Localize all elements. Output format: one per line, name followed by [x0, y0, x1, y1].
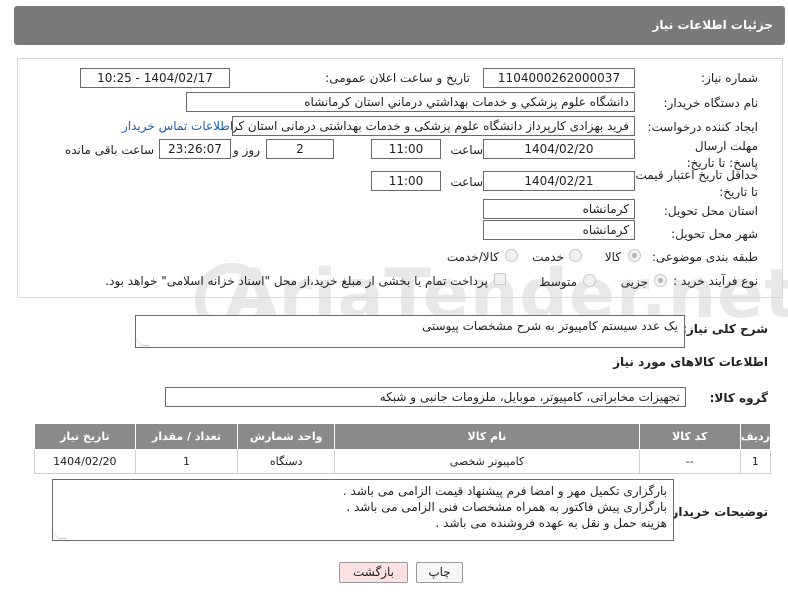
buyer-org-label: نام دستگاه خریدار:: [663, 96, 759, 110]
process-radio-medium[interactable]: [583, 274, 596, 287]
category-radio-service[interactable]: [569, 249, 582, 262]
process-medium-label: متوسط: [539, 275, 577, 289]
price-time-label: ساعت: [450, 175, 483, 189]
print-button[interactable]: چاپ: [416, 562, 463, 583]
description-label: شرح کلی نیاز:: [682, 322, 768, 336]
process-radio-minor[interactable]: [654, 274, 667, 287]
description-textarea[interactable]: یک عدد سیستم کامپیوتر به شرح مشخصات پیوس…: [134, 315, 685, 348]
days-and-label: روز و: [233, 143, 260, 157]
buyer-notes-textarea[interactable]: بارگزاری تکمیل مهر و امضا فرم پیشنهاد قی…: [51, 479, 674, 541]
remaining-label: ساعت باقی مانده: [64, 143, 154, 157]
cell-item-code: --: [638, 449, 741, 474]
process-label: نوع فرآیند خرید :: [673, 274, 758, 288]
days-field: 2: [266, 139, 334, 159]
col-item-name: نام کالا: [333, 423, 640, 450]
announce-datetime-label: تاریخ و ساعت اعلان عمومی:: [325, 71, 470, 85]
resize-grip-icon[interactable]: [134, 338, 150, 346]
city-field: کرمانشاه: [483, 220, 635, 240]
back-button[interactable]: بازگشت: [339, 562, 408, 583]
remaining-time-field: 23:26:07: [159, 139, 231, 159]
category-radio-goods-service[interactable]: [505, 249, 518, 262]
goods-group-field: تجهیزات مخابراتی، کامپیوتر، موبایل، ملزو…: [165, 387, 686, 407]
reply-time-field: 11:00: [371, 139, 441, 159]
category-service-label: خدمت: [532, 250, 564, 264]
goods-group-label: گروه کالا:: [709, 391, 768, 405]
need-number-field: 1104000262000037: [483, 68, 635, 88]
page-title: جزئیات اطلاعات نیاز: [652, 18, 773, 32]
process-minor-label: جزیی: [620, 275, 648, 289]
buyer-notes-label: توضیحات خریدار:: [666, 505, 768, 519]
col-quantity: تعداد / مقدار: [134, 423, 239, 450]
category-label: طبقه بندی موضوعی:: [651, 250, 758, 264]
cell-row-number: 1: [739, 449, 772, 474]
requester-field: فرید بهزادی کارپرداز دانشگاه علوم پزشکی …: [232, 116, 635, 136]
buyer-note-line: هزینه حمل و نقل به عهده فروشنده می باشد …: [435, 516, 667, 530]
buyer-note-line: بارگزاری تکمیل مهر و امضا فرم پیشنهاد قی…: [342, 484, 667, 498]
category-radio-goods[interactable]: [628, 249, 641, 262]
cell-unit: دستگاه: [237, 449, 335, 474]
goods-info-heading: اطلاعات کالاهای مورد نیاز: [613, 355, 768, 369]
description-text: یک عدد سیستم کامپیوتر به شرح مشخصات پیوس…: [421, 319, 678, 333]
announce-datetime-field: 1404/02/17 - 10:25: [80, 68, 230, 88]
price-time-field: 11:00: [371, 171, 441, 191]
contact-buyer-link[interactable]: اطلاعات تماس خریدار: [122, 119, 233, 133]
page-header: جزئیات اطلاعات نیاز: [14, 6, 785, 45]
requester-label: ایجاد کننده درخواست:: [647, 120, 758, 134]
items-table: ردیف کد کالا نام کالا واحد شمارش تعداد /…: [34, 423, 772, 474]
city-label: شهر محل تحویل:: [671, 227, 758, 241]
cell-quantity: 1: [134, 449, 239, 474]
price-date-field: 1404/02/21: [483, 171, 635, 191]
buyer-note-line: بارگزاری پیش فاکتور به همراه مشخصات فنی …: [346, 500, 667, 514]
price-validity-label: حداقل تاریخ اعتبار قیمت: تا تاریخ:: [631, 168, 758, 199]
category-goods-service-label: کالا/خدمت: [446, 250, 499, 264]
col-item-code: کد کالا: [638, 423, 741, 450]
category-goods-label: کالا: [604, 250, 621, 264]
cell-item-name: کامپیوتر شخصی: [333, 449, 640, 474]
need-number-label: شماره نیاز:: [701, 71, 758, 85]
table-row: 1 -- کامپیوتر شخصی دستگاه 1 1404/02/20: [34, 449, 772, 474]
col-need-date: تاریخ نیاز: [34, 423, 136, 450]
cell-need-date: 1404/02/20: [34, 449, 136, 474]
province-label: استان محل تحویل:: [663, 204, 758, 218]
resize-grip-icon[interactable]: [51, 531, 67, 539]
buyer-org-field: دانشگاه علوم پزشکي و خدمات بهداشتي درمان…: [186, 92, 635, 112]
col-row-number: ردیف: [739, 423, 772, 450]
reply-time-label: ساعت: [450, 143, 483, 157]
payment-note: پرداخت تمام یا بخشی از مبلغ خرید،از محل …: [105, 274, 488, 288]
col-unit: واحد شمارش: [237, 423, 335, 450]
reply-date-field: 1404/02/20: [483, 139, 635, 159]
table-header-row: ردیف کد کالا نام کالا واحد شمارش تعداد /…: [34, 423, 772, 450]
province-field: کرمانشاه: [483, 199, 635, 219]
treasury-payment-checkbox[interactable]: [494, 273, 506, 285]
